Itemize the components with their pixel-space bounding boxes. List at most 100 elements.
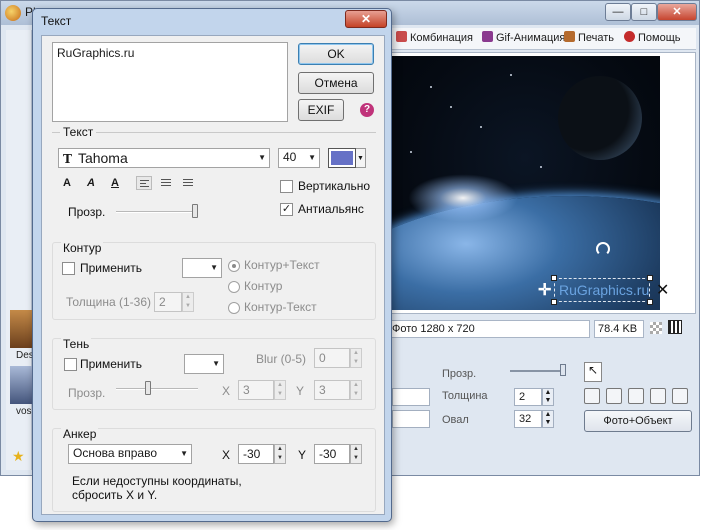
underline-icon[interactable]: A: [108, 176, 122, 190]
main-opacity-slider-track[interactable]: [510, 370, 566, 372]
toolbar-help[interactable]: Помощь: [624, 31, 681, 44]
main-thickness-stepper[interactable]: ▲ ▼: [542, 388, 554, 406]
main-oval-input[interactable]: 32: [514, 410, 542, 428]
main-oval-label: Овал: [442, 414, 469, 426]
shadow-apply-label: Применить: [80, 357, 143, 371]
italic-icon[interactable]: A: [84, 176, 98, 190]
main-opacity-slider-thumb[interactable]: [560, 364, 566, 376]
radio-contour[interactable]: [228, 281, 240, 293]
layer-tool-icon[interactable]: [650, 388, 666, 404]
toolbar-combination[interactable]: Комбинация: [396, 31, 473, 44]
align-left-icon[interactable]: [136, 176, 152, 190]
contour-thickness-stepper[interactable]: ▲ ▼: [182, 292, 194, 312]
transparency-checker-icon[interactable]: [650, 322, 662, 334]
layer-tool-icon[interactable]: [584, 388, 600, 404]
text-opacity-slider-track[interactable]: [116, 211, 198, 213]
anchor-note: Если недоступны координаты, сбросить X и…: [72, 474, 242, 502]
resize-handle[interactable]: [647, 299, 653, 305]
gif-animation-icon: [482, 31, 493, 42]
shadow-blur-label: Blur (0-5): [256, 352, 307, 366]
anchor-x-stepper[interactable]: ▲ ▼: [274, 444, 286, 464]
anchor-y-stepper[interactable]: ▲ ▼: [350, 444, 362, 464]
anchor-select[interactable]: Основа вправо ▼: [68, 444, 192, 464]
resize-handle[interactable]: [647, 275, 653, 281]
contour-color-select[interactable]: ▼: [182, 258, 222, 278]
rotate-handle-icon[interactable]: [596, 242, 610, 256]
sun-flare: [408, 174, 518, 222]
move-handle-icon[interactable]: ✛: [538, 280, 551, 300]
antialias-checkbox[interactable]: ✓: [280, 203, 293, 216]
anchor-y-input[interactable]: -30: [314, 444, 350, 464]
align-right-icon[interactable]: [180, 176, 196, 190]
layer-tool-icon[interactable]: [672, 388, 688, 404]
shadow-blur-input[interactable]: 0: [314, 348, 350, 368]
star: [430, 86, 432, 88]
thumbnail-image[interactable]: [10, 310, 34, 348]
font-size-select[interactable]: 40 ▼: [278, 148, 320, 168]
shadow-color-select[interactable]: ▼: [184, 354, 224, 374]
thumbnail-image[interactable]: [10, 366, 34, 404]
resize-handle[interactable]: [551, 275, 557, 281]
star: [480, 126, 482, 128]
close-window-button[interactable]: ✕: [657, 3, 697, 21]
text-color-dropdown[interactable]: ▼: [356, 148, 366, 168]
left-panel: [6, 30, 32, 470]
shadow-blur-stepper[interactable]: ▲ ▼: [350, 348, 362, 368]
layer-tool-icon[interactable]: [628, 388, 644, 404]
main-thickness-label: Толщина: [442, 390, 488, 402]
delete-object-icon[interactable]: ✕: [656, 280, 669, 300]
shadow-x-label: X: [222, 384, 231, 398]
toolbar-print[interactable]: Печать: [564, 31, 614, 44]
text-input-area[interactable]: RuGraphics.ru: [52, 42, 288, 122]
moon: [558, 76, 642, 160]
photo-canvas[interactable]: ✛ RuGraphics.ru: [390, 56, 660, 310]
shadow-opacity-slider-track[interactable]: [116, 388, 198, 390]
text-opacity-slider-thumb[interactable]: [192, 204, 198, 218]
dialog-close-button[interactable]: ✕: [345, 10, 387, 28]
main-oval-stepper[interactable]: ▲ ▼: [542, 410, 554, 428]
layer-tool-icon[interactable]: [606, 388, 622, 404]
text-color-swatch[interactable]: [328, 148, 356, 168]
contour-apply-label: Применить: [80, 261, 143, 275]
contour-apply-checkbox[interactable]: [62, 262, 75, 275]
minimize-button[interactable]: —: [605, 3, 631, 21]
main-select-field[interactable]: [392, 388, 430, 406]
text-object[interactable]: RuGraphics.ru: [551, 275, 653, 305]
star: [540, 166, 542, 168]
text-object-label: RuGraphics.ru: [559, 282, 650, 298]
radio-contour-minus-text[interactable]: [228, 302, 240, 314]
text-dialog: Текст ✕ RuGraphics.ru OK Отмена EXIF ? Т…: [32, 8, 392, 522]
bold-icon[interactable]: A: [60, 176, 74, 190]
main-select-field[interactable]: [392, 410, 430, 428]
shadow-opacity-slider-thumb[interactable]: [144, 381, 151, 395]
ok-button[interactable]: OK: [298, 43, 374, 65]
shadow-y-input[interactable]: 3: [314, 380, 350, 400]
thumbnail-label: vos: [16, 406, 32, 417]
resize-handle[interactable]: [551, 299, 557, 305]
star: [510, 74, 512, 76]
dialog-body: RuGraphics.ru OK Отмена EXIF ? Текст T Ta…: [41, 35, 385, 515]
help-icon[interactable]: ?: [360, 103, 374, 117]
favorite-star-icon[interactable]: ★: [12, 448, 25, 465]
main-opacity-label: Прозр.: [442, 368, 477, 380]
cancel-button[interactable]: Отмена: [298, 72, 374, 94]
select-cursor-icon[interactable]: ↖: [584, 362, 602, 382]
anchor-x-input[interactable]: -30: [238, 444, 274, 464]
main-thickness-input[interactable]: 2: [514, 388, 542, 406]
shadow-x-input[interactable]: 3: [238, 380, 274, 400]
radio-contour-text[interactable]: [228, 260, 240, 272]
shadow-x-stepper[interactable]: ▲ ▼: [274, 380, 286, 400]
combination-icon: [396, 31, 407, 42]
qr-code-icon[interactable]: [668, 320, 682, 334]
photo-object-button[interactable]: Фото+Объект: [584, 410, 692, 432]
toolbar-gif-animation[interactable]: Gif-Анимация: [482, 31, 565, 44]
anchor-y-label: Y: [298, 448, 307, 462]
exif-button[interactable]: EXIF: [298, 99, 344, 121]
contour-thickness-input[interactable]: 2: [154, 292, 182, 312]
vertical-checkbox[interactable]: [280, 180, 293, 193]
maximize-button[interactable]: □: [631, 3, 657, 21]
shadow-apply-checkbox[interactable]: [64, 358, 77, 371]
font-family-select[interactable]: T Tahoma ▼: [58, 148, 270, 168]
align-center-icon[interactable]: [158, 176, 174, 190]
shadow-y-stepper[interactable]: ▲ ▼: [350, 380, 362, 400]
